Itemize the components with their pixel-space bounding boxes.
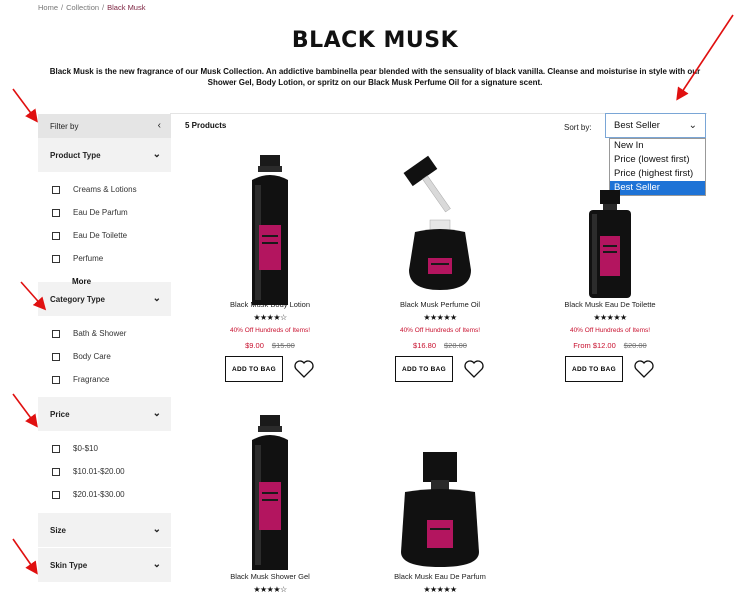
checkbox[interactable] (52, 375, 60, 384)
star-rating: ★★★★☆ (253, 313, 287, 322)
filter-option[interactable]: Perfume (52, 247, 171, 270)
checkbox[interactable] (52, 329, 60, 338)
star-rating: ★★★★★ (593, 313, 627, 322)
filter-section-price[interactable]: Price ⌄ (38, 397, 171, 431)
checkbox[interactable] (52, 352, 60, 361)
checkbox[interactable] (52, 254, 60, 263)
product-name[interactable]: Black Musk Eau De Parfum (375, 572, 505, 585)
filter-option[interactable]: $10.01-$20.00 (52, 460, 171, 483)
chevron-left-icon[interactable]: ‹ (158, 121, 161, 131)
product-card: Black Musk Body Lotion ★★★★☆ 40% Off Hun… (205, 150, 335, 382)
option-label: Eau De Parfum (73, 208, 128, 217)
original-price: $28.00 (444, 341, 467, 350)
filter-section-size[interactable]: Size ⌄ (38, 513, 171, 547)
filter-option[interactable]: Creams & Lotions (52, 178, 171, 201)
star-rating: ★★★★★ (423, 313, 457, 322)
product-card: Black Musk Eau De Toilette ★★★★★ 40% Off… (545, 150, 675, 382)
annotation-arrow (12, 393, 38, 428)
chevron-down-icon: ⌄ (152, 524, 161, 535)
product-card: Black Musk Shower Gel ★★★★☆ (205, 412, 335, 599)
checkbox[interactable] (52, 490, 60, 499)
breadcrumb: Home / Collection / Black Musk (38, 3, 146, 12)
star-rating: ★★★★☆ (253, 585, 287, 594)
option-label: Bath & Shower (73, 329, 127, 338)
annotation-arrow (12, 88, 38, 123)
sort-select[interactable]: Best Seller ⌄ (605, 113, 706, 138)
product-image[interactable] (375, 412, 505, 572)
option-label: $20.01-$30.00 (73, 490, 125, 499)
checkbox[interactable] (52, 185, 60, 194)
filter-section-category-type[interactable]: Category Type ⌄ (38, 282, 171, 316)
original-price: $20.00 (623, 341, 647, 350)
annotation-arrow (12, 538, 38, 575)
product-image[interactable] (205, 412, 335, 572)
checkbox[interactable] (52, 467, 60, 476)
heart-icon[interactable] (293, 359, 315, 379)
product-image[interactable] (545, 150, 675, 300)
heart-icon[interactable] (633, 359, 655, 379)
product-name[interactable]: Black Musk Shower Gel (205, 572, 335, 585)
product-image[interactable] (205, 150, 335, 305)
checkbox[interactable] (52, 231, 60, 240)
filter-label: Filter by (50, 121, 79, 131)
breadcrumb-current: Black Musk (107, 3, 146, 12)
filter-sidebar: Filter by ‹ Product Type ⌄ Creams & Loti… (38, 114, 171, 602)
filter-option[interactable]: Body Care (52, 345, 171, 368)
sale-price: $9.00 (245, 341, 264, 350)
product-count: 5 Products (185, 121, 227, 130)
add-to-bag-button[interactable]: ADD TO BAG (565, 356, 623, 382)
option-label: $10.01-$20.00 (73, 467, 125, 476)
product-card: Black Musk Perfume Oil ★★★★★ 40% Off Hun… (375, 150, 505, 382)
original-price: $15.00 (271, 341, 295, 350)
chevron-down-icon: ⌄ (152, 293, 161, 304)
section-label: Size (50, 525, 67, 535)
filter-section-product-type[interactable]: Product Type ⌄ (38, 138, 171, 172)
chevron-down-icon: ⌄ (152, 408, 161, 419)
page-intro: Black Musk is the new fragrance of our M… (49, 67, 701, 87)
promo-text: 40% Off Hundreds of Items! (399, 327, 481, 334)
breadcrumb-collection-link[interactable]: Collection (66, 3, 99, 12)
section-label: Price (50, 409, 70, 419)
breadcrumb-home-link[interactable]: Home (38, 3, 58, 12)
chevron-down-icon: ⌄ (152, 559, 161, 570)
chevron-down-icon: ⌄ (152, 149, 161, 160)
section-label: Category Type (50, 294, 105, 304)
section-label: Skin Type (50, 560, 88, 570)
option-label: Fragrance (73, 375, 110, 384)
sale-price: From $12.00 (573, 341, 616, 350)
option-label: $0-$10 (73, 444, 98, 453)
product-image[interactable] (375, 150, 505, 300)
filter-option[interactable]: Fragrance (52, 368, 171, 391)
add-to-bag-button[interactable]: ADD TO BAG (225, 356, 283, 382)
option-label: Creams & Lotions (73, 185, 137, 194)
sale-price: $16.80 (413, 341, 436, 350)
star-rating: ★★★★★ (423, 585, 457, 594)
heart-icon[interactable] (463, 359, 485, 379)
page-title: BLACK MUSK (291, 28, 459, 53)
filter-option[interactable]: Eau De Toilette (52, 224, 171, 247)
option-label: Perfume (73, 254, 104, 263)
sort-label: Sort by: (564, 123, 592, 132)
filter-header[interactable]: Filter by ‹ (38, 114, 171, 138)
filter-section-skin-type[interactable]: Skin Type ⌄ (38, 548, 171, 582)
section-label: Product Type (50, 150, 101, 160)
promo-text: 40% Off Hundreds of Items! (229, 327, 311, 334)
product-card: Black Musk Eau De Parfum ★★★★★ (375, 412, 505, 599)
option-label: Eau De Toilette (73, 231, 128, 240)
add-to-bag-button[interactable]: ADD TO BAG (395, 356, 453, 382)
filter-option[interactable]: $20.01-$30.00 (52, 483, 171, 506)
sort-selected-value: Best Seller (614, 120, 660, 131)
filter-option[interactable]: $0-$10 (52, 437, 171, 460)
option-label: Body Care (73, 352, 111, 361)
promo-text: 40% Off Hundreds of Items! (569, 327, 651, 334)
filter-option[interactable]: Bath & Shower (52, 322, 171, 345)
filter-option[interactable]: Eau De Parfum (52, 201, 171, 224)
chevron-down-icon: ⌄ (688, 119, 697, 131)
checkbox[interactable] (52, 444, 60, 453)
checkbox[interactable] (52, 208, 60, 217)
